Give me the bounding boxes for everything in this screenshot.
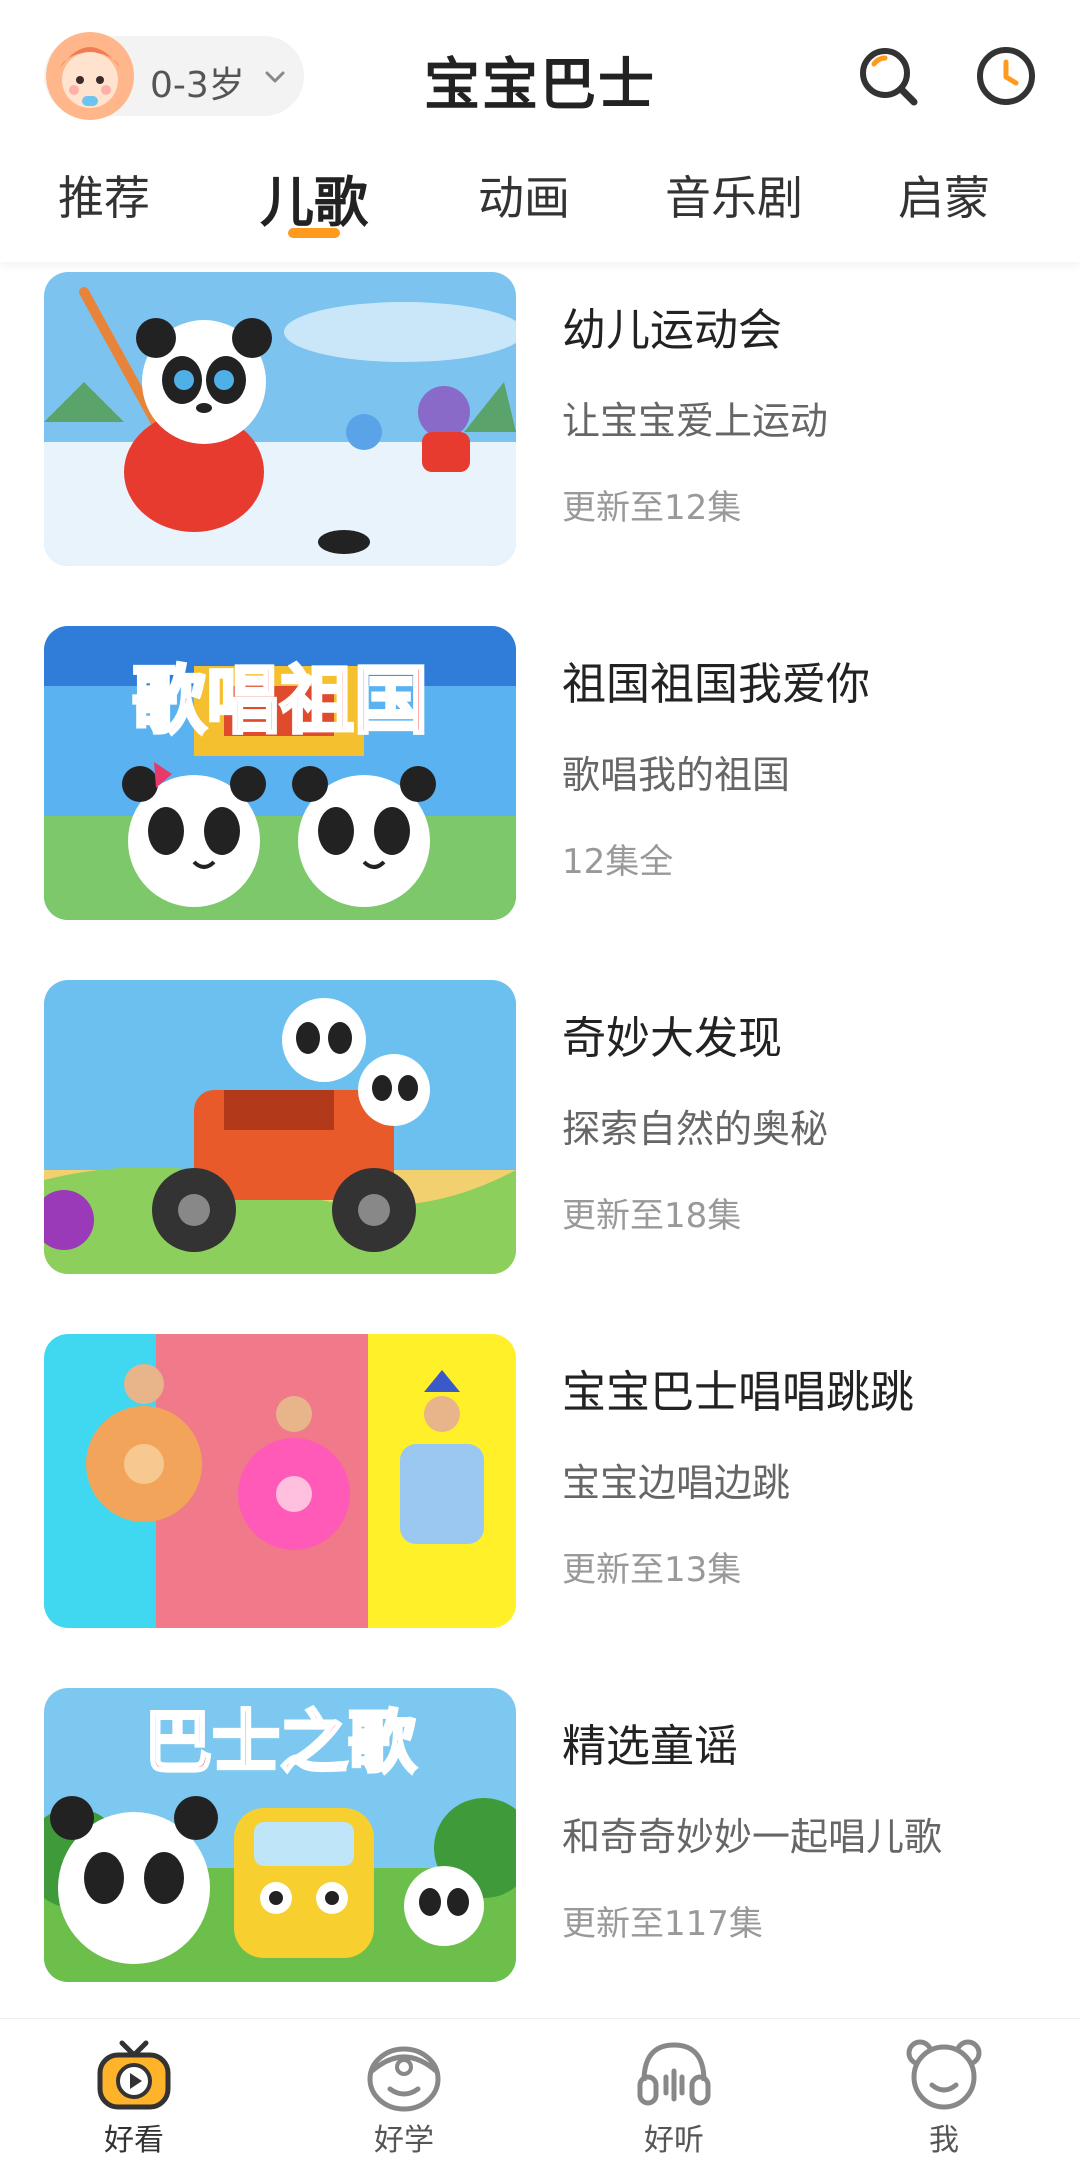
baby-avatar-icon — [46, 32, 134, 120]
thumbnail-caption: 歌唱祖国 — [132, 658, 428, 744]
item-episode-count: 更新至12集 — [562, 488, 742, 528]
list-item[interactable]: 巴士之歌 精选童谣 和奇奇妙妙一起唱儿歌 更新至117集 — [0, 1678, 1080, 1982]
nav-label: 好看 — [104, 2123, 164, 2158]
age-selector[interactable]: 0-3岁 — [44, 32, 304, 120]
search-icon[interactable] — [854, 42, 922, 110]
age-selector-label: 0-3岁 — [150, 65, 245, 106]
item-episode-count: 更新至13集 — [562, 1550, 742, 1590]
tab-songs[interactable]: 儿歌 — [260, 158, 368, 237]
nav-label: 我 — [929, 2123, 959, 2158]
item-subtitle: 宝宝边唱边跳 — [562, 1461, 791, 1505]
bottom-navigation: 好看 好学 好听 我 — [0, 2018, 1080, 2160]
nav-label: 好听 — [644, 2123, 704, 2158]
chevron-down-icon — [265, 71, 285, 83]
thumbnail-image[interactable]: 歌唱祖国 — [44, 626, 516, 920]
tab-enlightenment[interactable]: 启蒙 — [898, 162, 990, 228]
nav-listen[interactable]: 好听 — [574, 2019, 774, 2160]
headphones-icon — [637, 2042, 711, 2106]
tab-musical[interactable]: 音乐剧 — [665, 162, 803, 228]
tab-animation[interactable]: 动画 — [478, 162, 570, 228]
thumbnail-image[interactable] — [44, 272, 516, 566]
item-title: 宝宝巴士唱唱跳跳 — [562, 1367, 914, 1418]
list-item[interactable]: 幼儿运动会 让宝宝爱上运动 更新至12集 — [0, 262, 1080, 566]
item-subtitle: 让宝宝爱上运动 — [562, 399, 829, 443]
top-header: 0-3岁 宝宝巴士 推荐 儿歌 动画 音乐剧 启蒙 — [0, 0, 1080, 262]
item-subtitle: 和奇奇妙妙一起唱儿歌 — [562, 1815, 943, 1859]
list-item[interactable]: 歌唱祖国 祖国祖国我爱你 歌唱我的祖国 12集全 — [0, 616, 1080, 920]
nav-me[interactable]: 我 — [844, 2019, 1044, 2160]
tv-play-icon — [97, 2040, 171, 2110]
thumbnail-caption: 巴士之歌 — [144, 1704, 417, 1783]
nav-label: 好学 — [374, 2123, 434, 2158]
active-tab-indicator — [288, 228, 340, 238]
item-episode-count: 更新至18集 — [562, 1196, 742, 1236]
learn-face-icon — [367, 2046, 441, 2112]
thumbnail-image[interactable] — [44, 1334, 516, 1628]
list-item[interactable]: 奇妙大发现 探索自然的奥秘 更新至18集 — [0, 970, 1080, 1274]
item-episode-count: 更新至117集 — [562, 1904, 763, 1944]
item-title: 精选童谣 — [562, 1721, 738, 1772]
item-title: 幼儿运动会 — [562, 305, 782, 356]
item-title: 祖国祖国我爱你 — [562, 659, 870, 710]
tab-recommend[interactable]: 推荐 — [58, 162, 150, 228]
thumbnail-image[interactable]: 巴士之歌 — [44, 1688, 516, 1982]
list-item[interactable]: 宝宝巴士唱唱跳跳 宝宝边唱边跳 更新至13集 — [0, 1324, 1080, 1628]
nav-learn[interactable]: 好学 — [304, 2019, 504, 2160]
thumbnail-image[interactable] — [44, 980, 516, 1274]
item-title: 奇妙大发现 — [562, 1013, 782, 1064]
item-subtitle: 探索自然的奥秘 — [562, 1107, 829, 1151]
history-clock-icon[interactable] — [972, 42, 1040, 110]
item-subtitle: 歌唱我的祖国 — [562, 753, 791, 797]
category-tabs: 推荐 儿歌 动画 音乐剧 启蒙 — [0, 162, 1080, 242]
nav-watch[interactable]: 好看 — [34, 2019, 234, 2160]
item-episode-count: 12集全 — [562, 842, 674, 882]
bear-face-icon — [906, 2039, 982, 2110]
